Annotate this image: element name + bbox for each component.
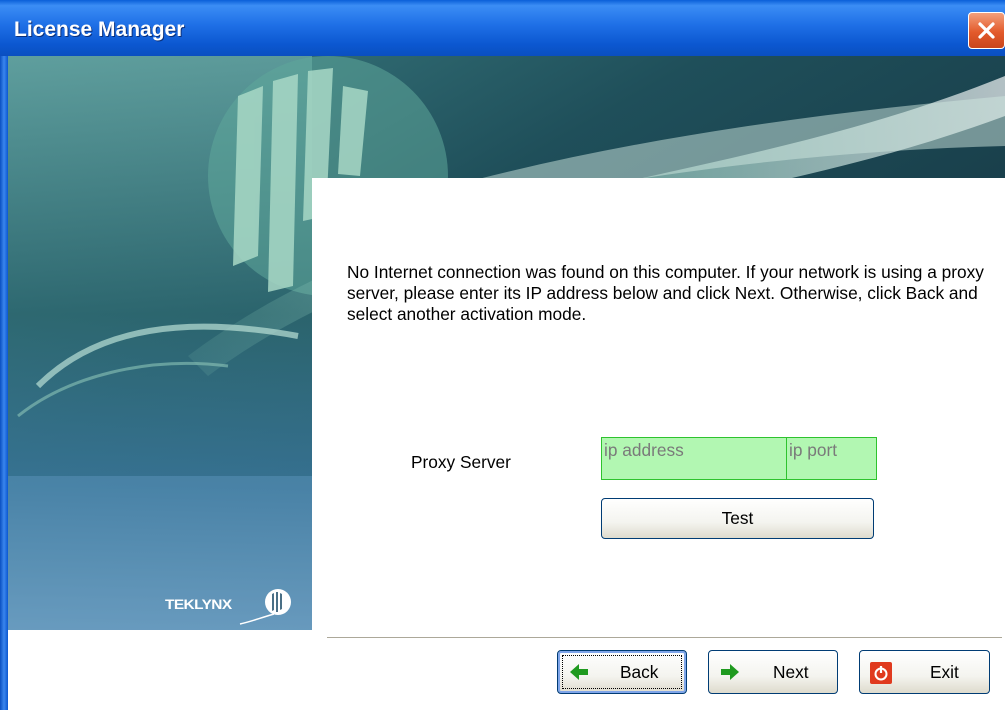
next-button[interactable]: Next — [708, 650, 838, 694]
license-manager-window: License Manager TEKLYNX No Internet conn… — [0, 0, 1005, 710]
title-bar[interactable]: License Manager — [0, 0, 1005, 56]
ip-address-field[interactable] — [601, 437, 790, 480]
window-left-border — [0, 56, 8, 710]
teklynx-logo: TEKLYNX — [164, 586, 298, 626]
arrow-right-icon — [721, 664, 739, 680]
content-panel — [312, 178, 1005, 630]
proxy-server-label: Proxy Server — [411, 452, 511, 472]
close-button[interactable] — [968, 12, 1005, 49]
ip-port-input[interactable] — [787, 438, 880, 462]
ip-port-field[interactable] — [786, 437, 880, 480]
logo-swoosh-icon — [239, 613, 275, 625]
power-icon — [870, 662, 892, 684]
logo-text: TEKLYNX — [164, 596, 232, 612]
ip-address-input[interactable] — [602, 438, 790, 462]
exit-button[interactable]: Exit — [859, 650, 990, 694]
test-button[interactable]: Test — [601, 498, 874, 539]
back-label: Back — [620, 662, 659, 682]
exit-label: Exit — [930, 662, 959, 682]
next-label: Next — [773, 662, 809, 682]
close-icon — [978, 22, 995, 39]
footer-separator — [327, 637, 1002, 639]
arrow-left-icon — [570, 664, 588, 680]
window-title: License Manager — [14, 18, 185, 41]
info-message: No Internet connection was found on this… — [347, 262, 984, 324]
back-button[interactable]: Back — [557, 650, 687, 694]
footer-area — [8, 630, 1005, 710]
